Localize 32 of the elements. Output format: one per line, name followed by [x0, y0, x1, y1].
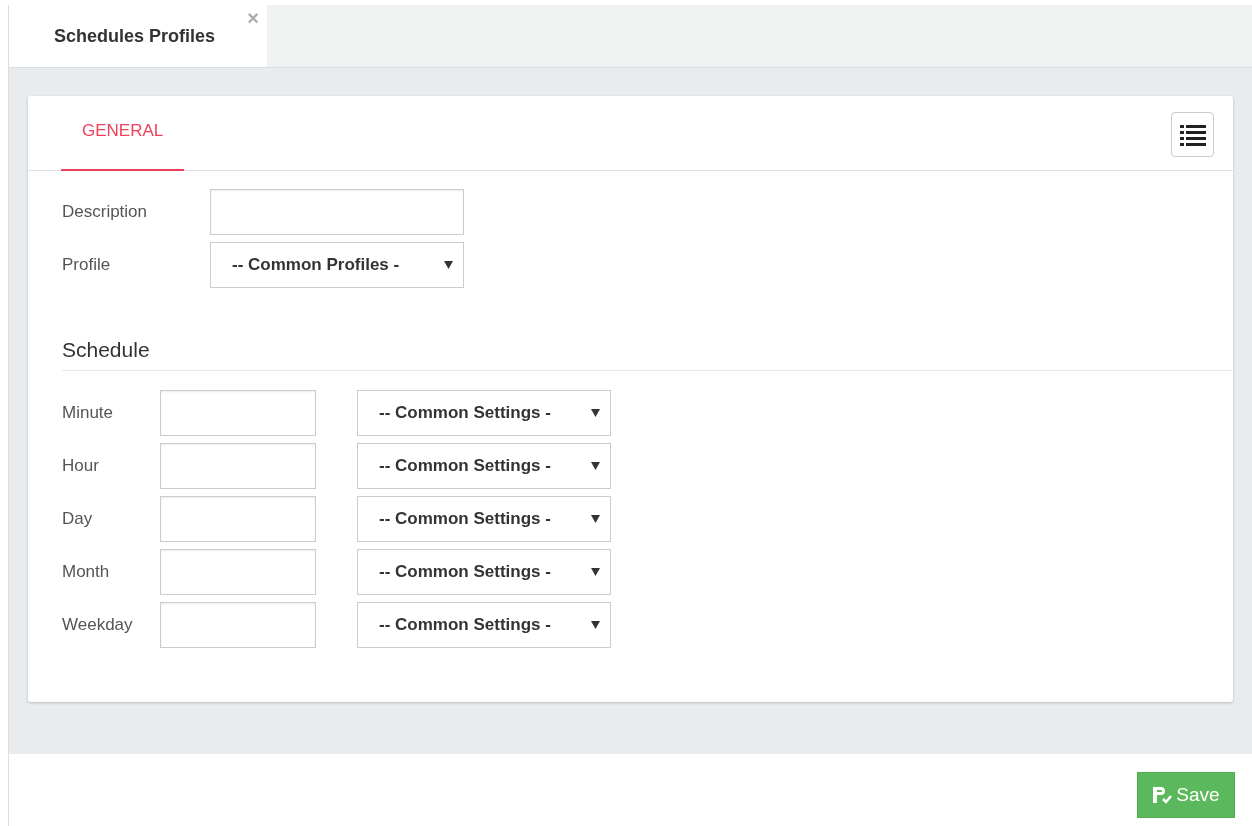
input-field[interactable] — [160, 601, 316, 648]
caret-icon — [444, 261, 453, 269]
list-icon — [1179, 123, 1206, 146]
caret-icon — [591, 567, 600, 576]
input-field[interactable] — [160, 442, 316, 489]
field-label: Minute — [62, 401, 115, 424]
caret-icon — [591, 620, 600, 629]
input-field[interactable] — [210, 189, 464, 235]
select-field[interactable]: -- Common Settings - — [357, 389, 611, 436]
tab-label: Schedules Profiles — [54, 24, 216, 48]
list-menu-button[interactable] — [1171, 112, 1214, 157]
field-label: Profile — [62, 254, 112, 277]
caret-icon — [591, 461, 600, 470]
tab[interactable]: GENERAL — [61, 117, 185, 171]
caret-icon — [591, 514, 600, 523]
save-icon — [1152, 786, 1173, 804]
select-field[interactable]: -- Common Settings - — [357, 442, 611, 489]
select-field[interactable]: -- Common Settings - — [357, 548, 611, 595]
field-label: Weekday — [62, 613, 134, 636]
input-field[interactable] — [160, 389, 316, 436]
caret-icon — [591, 408, 600, 417]
select-field[interactable]: -- Common Settings - — [357, 601, 611, 648]
field-label: Hour — [62, 454, 100, 477]
tab[interactable]: Schedules Profiles × — [9, 5, 267, 67]
select-field[interactable]: -- Common Settings - — [357, 495, 611, 542]
field-label: Description — [62, 201, 149, 224]
input-field[interactable] — [160, 495, 316, 542]
field-label: Month — [62, 560, 111, 583]
field-label: Day — [62, 507, 94, 530]
input-field[interactable] — [160, 548, 316, 595]
section-heading: Schedule — [62, 334, 1233, 371]
select-field[interactable]: -- Common Profiles - — [210, 242, 464, 288]
